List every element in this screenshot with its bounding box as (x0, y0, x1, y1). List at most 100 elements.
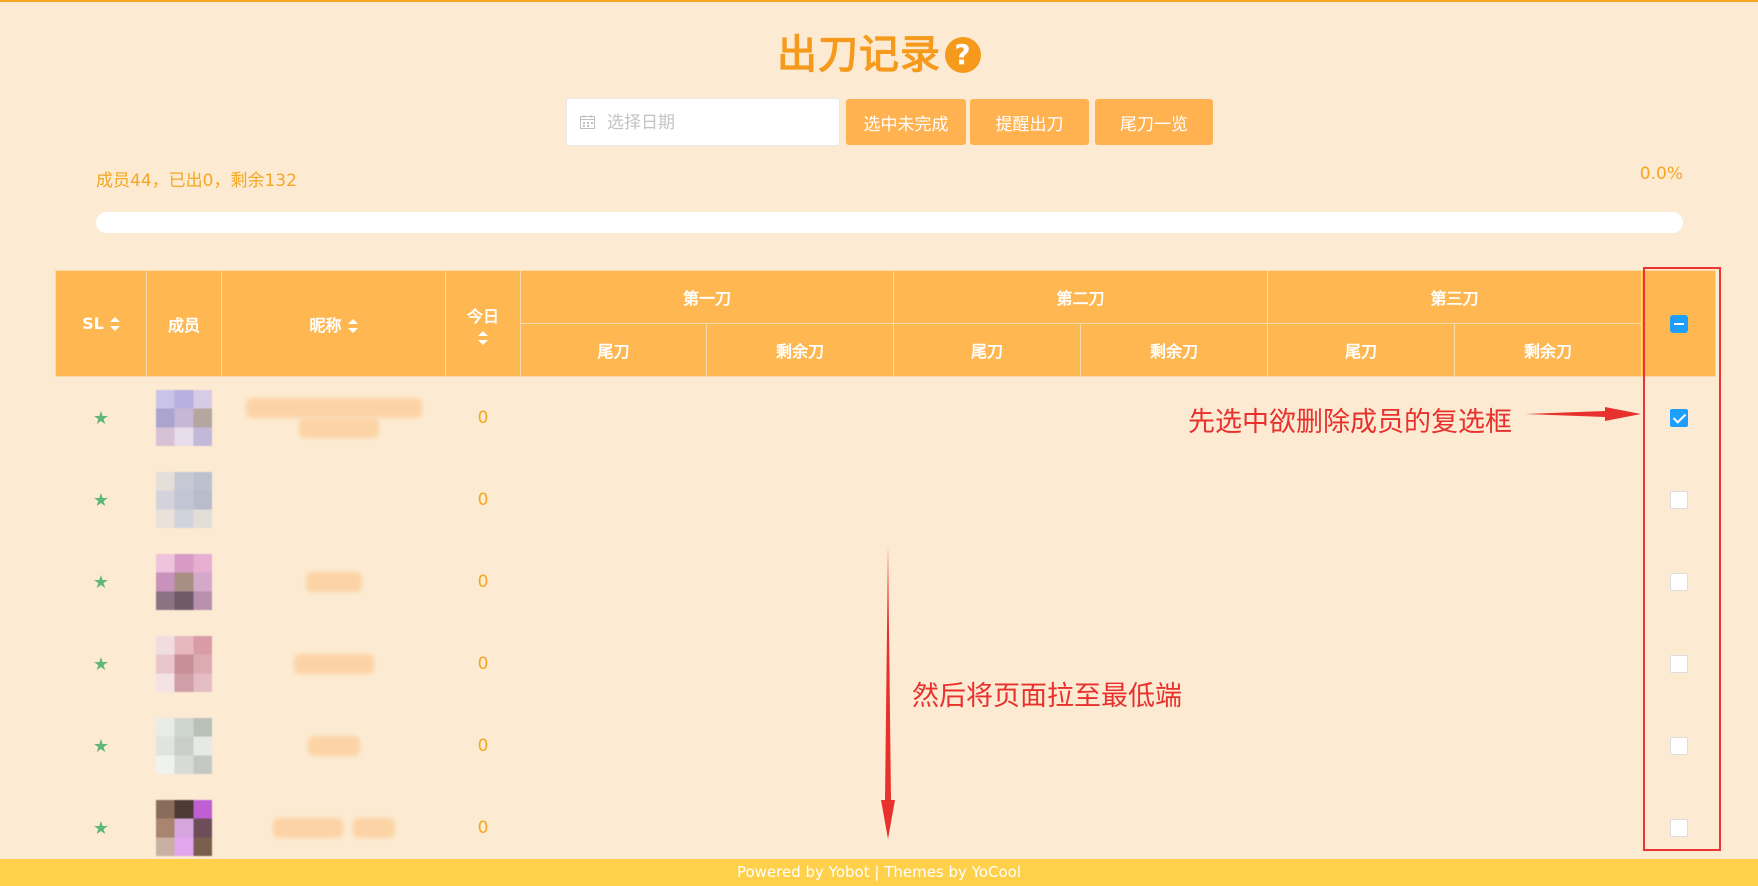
cell-round (521, 787, 707, 869)
cell-round (521, 705, 707, 787)
cell-round (894, 705, 1081, 787)
cell-round (521, 623, 707, 705)
cell-today: 0 (477, 572, 489, 592)
header-remaining: 剩余刀 (1080, 323, 1269, 377)
annotation-scroll-down: 然后将页面拉至最低端 (912, 681, 1182, 712)
header-round-1: 第一刀 (519, 270, 895, 324)
cell-today: 0 (477, 736, 489, 756)
cell-nickname (222, 377, 446, 460)
cell-round (1081, 541, 1268, 623)
cell-round (1081, 459, 1268, 541)
table-row: ★ 0 (56, 459, 1716, 541)
cell-round (1455, 787, 1642, 869)
header-round-3: 第三刀 (1267, 270, 1643, 324)
header-round-2: 第二刀 (893, 270, 1269, 324)
star-icon: ★ (92, 407, 110, 429)
header-last-hit: 尾刀 (1267, 323, 1456, 377)
avatar (156, 800, 212, 856)
remind-attack-button[interactable]: 提醒出刀 (970, 99, 1089, 145)
nickname-blurred (245, 398, 422, 418)
cell-round (1268, 623, 1455, 705)
star-icon: ★ (92, 735, 110, 757)
cell-round (707, 377, 894, 460)
highlight-box (1643, 267, 1721, 851)
nickname-blurred (272, 818, 343, 838)
question-icon[interactable]: ? (945, 37, 981, 73)
cell-member (147, 705, 222, 787)
cell-sl: ★ (56, 541, 147, 623)
header-remaining: 剩余刀 (705, 323, 895, 377)
cell-round (894, 459, 1081, 541)
header-sl[interactable]: SL (55, 270, 147, 377)
cell-round (894, 787, 1081, 869)
header-last-hit: 尾刀 (893, 323, 1082, 377)
nickname-blurred (298, 418, 379, 438)
nickname-blurred (307, 736, 360, 756)
cell-round (1455, 623, 1642, 705)
progress-bar (96, 212, 1683, 233)
sort-icon[interactable] (347, 318, 358, 333)
cell-today: 0 (477, 654, 489, 674)
avatar (156, 554, 212, 610)
cell-nickname (222, 541, 446, 623)
cell-round (707, 459, 894, 541)
cell-round (707, 705, 894, 787)
sort-icon[interactable] (478, 330, 488, 345)
page-title-text: 出刀记录 (777, 32, 941, 78)
cell-today: 0 (477, 490, 489, 510)
footer: Powered by Yobot | Themes by YoCool (0, 859, 1758, 886)
nickname-blurred (305, 572, 362, 592)
calendar-icon (580, 115, 595, 129)
header-nickname[interactable]: 昵称 (221, 270, 446, 377)
cell-round (894, 541, 1081, 623)
annotation-select-checkbox: 先选中欲删除成员的复选框 (1188, 407, 1512, 438)
cell-sl: ★ (56, 623, 147, 705)
cell-round (1268, 541, 1455, 623)
cell-round (1081, 787, 1268, 869)
cell-today: 0 (477, 408, 489, 428)
cell-nickname (222, 787, 446, 869)
cell-nickname (222, 705, 446, 787)
cell-round (1268, 459, 1455, 541)
star-icon: ★ (92, 817, 110, 839)
header-remaining: 剩余刀 (1454, 323, 1643, 377)
cell-round (707, 541, 894, 623)
cell-nickname (222, 459, 446, 541)
cell-round (1268, 705, 1455, 787)
cell-round (1455, 541, 1642, 623)
date-input[interactable] (605, 99, 837, 147)
cell-sl: ★ (56, 787, 147, 869)
annotation-arrow-right (1525, 407, 1641, 421)
header-last-hit: 尾刀 (520, 323, 707, 377)
cell-round (1455, 705, 1642, 787)
cell-round (521, 377, 707, 460)
date-picker[interactable] (566, 98, 840, 147)
member-stats: 成员44，已出0，剩余132 (96, 171, 297, 191)
cell-round (1455, 459, 1642, 541)
nickname-blurred (293, 654, 374, 674)
cell-round (894, 377, 1081, 460)
cell-round (707, 623, 894, 705)
cell-round (1268, 787, 1455, 869)
header-today[interactable]: 今日 (445, 270, 521, 377)
cell-nickname (222, 623, 446, 705)
cell-round (707, 787, 894, 869)
cell-member (147, 377, 222, 460)
cell-sl: ★ (56, 705, 147, 787)
select-incomplete-button[interactable]: 选中未完成 (846, 99, 966, 145)
annotation-arrow-down (881, 545, 895, 839)
cell-member (147, 623, 222, 705)
cell-round (521, 541, 707, 623)
cell-member (147, 787, 222, 869)
last-hit-list-button[interactable]: 尾刀一览 (1095, 99, 1213, 145)
progress-percent: 0.0% (1639, 164, 1683, 184)
cell-member (147, 541, 222, 623)
avatar (156, 390, 212, 446)
sort-icon[interactable] (109, 317, 120, 331)
top-accent-line (0, 0, 1758, 2)
cell-member (147, 459, 222, 541)
nickname-blurred (352, 818, 395, 838)
star-icon: ★ (92, 653, 110, 675)
avatar (156, 472, 212, 528)
cell-round (1081, 705, 1268, 787)
